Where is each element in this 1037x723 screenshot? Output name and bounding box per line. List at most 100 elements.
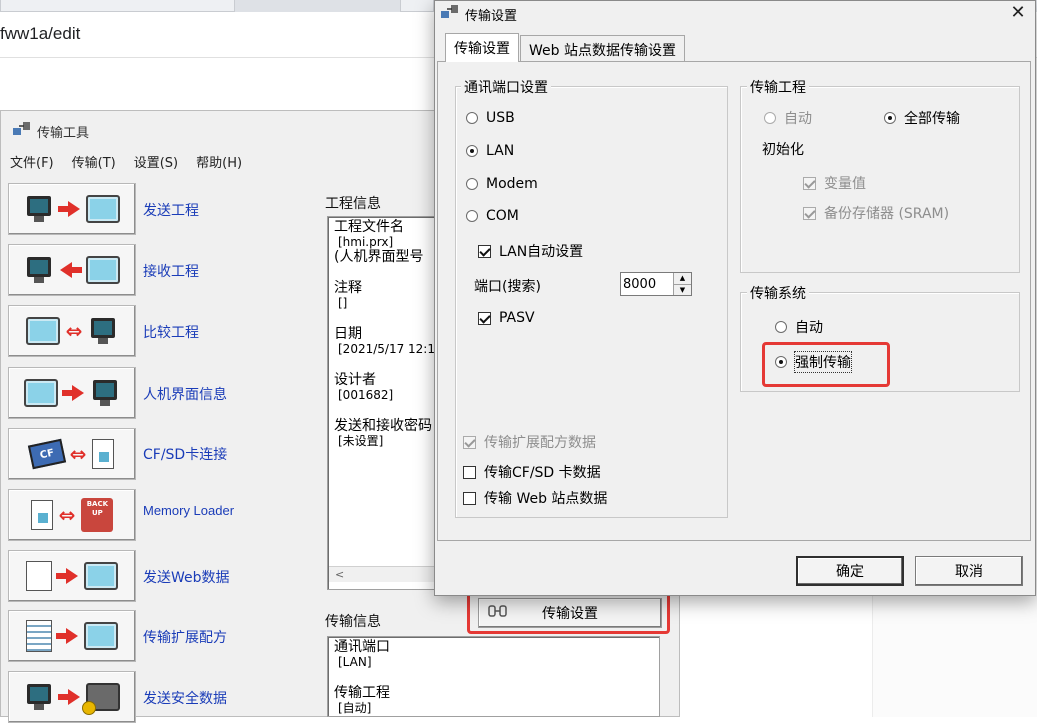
- send-project-label[interactable]: 发送工程: [143, 200, 199, 220]
- checkbox-cf-sd[interactable]: 传输CF/SD 卡数据: [463, 462, 601, 482]
- checkbox-label: 备份存储器 (SRAM): [824, 206, 950, 222]
- arrow-right-icon: [62, 385, 84, 401]
- radio-project-auto[interactable]: 自动: [764, 108, 812, 128]
- send-web-data-label[interactable]: 发送Web数据: [143, 567, 230, 587]
- send-security-data-button[interactable]: [8, 671, 136, 723]
- radio-label: 自动: [795, 320, 823, 336]
- arrow-both-icon: ⇔: [58, 503, 76, 527]
- dialog-title: 传输设置: [465, 8, 518, 24]
- hmi-monitor-icon: [24, 194, 54, 224]
- menu-help[interactable]: 帮助(H): [187, 149, 251, 173]
- radio-indicator: [466, 178, 478, 190]
- hmi-monitor-icon: [24, 682, 54, 712]
- radio-label: 自动: [784, 111, 812, 127]
- stepper-up-icon[interactable]: ▲: [674, 273, 691, 284]
- radio-com[interactable]: COM: [466, 208, 519, 224]
- extended-recipe-button[interactable]: [8, 610, 136, 662]
- transfer-tool-icon: [13, 122, 31, 140]
- project-info-box: 工程文件名 [hmi.prx] (人机界面型号 注释 [] 日期 [2021/5…: [327, 216, 447, 590]
- arrow-right-icon: [58, 201, 80, 217]
- cf-sd-card-label[interactable]: CF/SD卡连接: [143, 444, 227, 464]
- field-key: 工程文件名: [334, 219, 404, 235]
- send-security-data-label[interactable]: 发送安全数据: [143, 688, 227, 708]
- memory-loader-label[interactable]: Memory Loader: [143, 503, 234, 518]
- radio-label: USB: [486, 110, 515, 126]
- file-icon: [92, 439, 115, 469]
- radio-modem[interactable]: Modem: [466, 176, 538, 192]
- checkbox-indicator: [803, 176, 816, 190]
- compare-project-label[interactable]: 比较工程: [143, 322, 199, 342]
- port-stepper[interactable]: ▲ ▼: [620, 272, 692, 296]
- radio-indicator: [884, 112, 896, 124]
- hmi-info-button[interactable]: [8, 367, 136, 419]
- checkbox-pasv[interactable]: PASV: [478, 310, 535, 326]
- radio-indicator: [775, 321, 787, 333]
- checkbox-variable[interactable]: 变量值: [803, 173, 866, 193]
- checkbox-indicator: [463, 491, 476, 505]
- menu-settings[interactable]: 设置(S): [125, 149, 187, 173]
- cf-sd-card-button[interactable]: CF ⇔: [8, 428, 136, 480]
- horizontal-scrollbar[interactable]: <: [329, 566, 445, 582]
- pc-display-icon: [86, 256, 120, 284]
- cancel-button[interactable]: 取消: [915, 556, 1023, 586]
- menu-file[interactable]: 文件(F): [1, 149, 63, 173]
- field-value: [自动]: [338, 701, 372, 715]
- browser-tab[interactable]: [400, 0, 434, 12]
- extended-recipe-label[interactable]: 传输扩展配方: [143, 627, 227, 647]
- compare-project-button[interactable]: ⇔: [8, 305, 136, 357]
- checkbox-extended-recipe[interactable]: 传输扩展配方数据: [463, 432, 596, 452]
- browser-tab[interactable]: [0, 0, 235, 12]
- radio-usb[interactable]: USB: [466, 110, 515, 126]
- field-key: 注释: [334, 280, 362, 296]
- arrow-both-icon: ⇔: [65, 319, 83, 343]
- hmi-info-label[interactable]: 人机界面信息: [143, 384, 227, 404]
- recipe-table-icon: [26, 620, 52, 652]
- checkbox-indicator: [478, 244, 491, 258]
- radio-system-auto[interactable]: 自动: [775, 317, 823, 337]
- transfer-tool-icon: [441, 5, 459, 23]
- radio-lan[interactable]: LAN: [466, 143, 514, 159]
- radio-indicator: [466, 112, 478, 124]
- send-project-button[interactable]: [8, 183, 136, 235]
- radio-indicator: [764, 112, 776, 124]
- web-files-icon: [26, 561, 52, 591]
- pc-display-icon: [25, 317, 60, 345]
- checkbox-sram[interactable]: 备份存储器 (SRAM): [803, 203, 949, 223]
- port-input[interactable]: [621, 273, 673, 295]
- menu-transfer[interactable]: 传输(T): [63, 149, 125, 173]
- checkbox-web-data[interactable]: 传输 Web 站点数据: [463, 488, 607, 508]
- window-title: 传输工具: [37, 125, 90, 141]
- tab-transfer-settings[interactable]: 传输设置: [445, 33, 519, 62]
- receive-project-label[interactable]: 接收工程: [143, 261, 199, 281]
- checkbox-label: PASV: [499, 310, 535, 326]
- close-icon[interactable]: ✕: [1001, 1, 1035, 25]
- checkbox-label: LAN自动设置: [499, 244, 584, 260]
- field-value: [2021/5/17 12:1: [338, 342, 435, 356]
- checkbox-indicator: [803, 206, 816, 220]
- memory-loader-button[interactable]: ⇔ BACK UP: [8, 489, 136, 541]
- arrow-left-icon: [60, 262, 82, 278]
- radio-indicator: [466, 145, 478, 157]
- field-key: 日期: [334, 326, 362, 342]
- tab-web-site-transfer[interactable]: Web 站点数据传输设置: [520, 35, 685, 62]
- cf-card-icon: CF: [27, 438, 66, 470]
- scroll-left-icon[interactable]: <: [329, 568, 344, 581]
- url-text[interactable]: fww1a/edit: [0, 24, 80, 44]
- checkbox-indicator: [463, 465, 476, 479]
- ok-button[interactable]: 确定: [796, 556, 904, 586]
- project-info-label: 工程信息: [325, 196, 381, 212]
- transfer-info-box: 通讯端口 [LAN] 传输工程 [自动]: [327, 636, 660, 717]
- hmi-monitor-icon: [90, 378, 120, 408]
- transfer-info-label: 传输信息: [325, 614, 381, 630]
- radio-label: 全部传输: [904, 111, 960, 127]
- radio-project-all[interactable]: 全部传输: [884, 108, 960, 128]
- web-display-icon: [84, 562, 118, 590]
- receive-project-button[interactable]: [8, 244, 136, 296]
- send-web-data-button[interactable]: [8, 550, 136, 602]
- stepper-down-icon[interactable]: ▼: [674, 283, 691, 295]
- backup-icon: BACK UP: [81, 498, 114, 532]
- info-display-icon: [24, 379, 58, 407]
- arrow-right-icon: [56, 628, 78, 644]
- checkbox-indicator: [463, 435, 476, 449]
- checkbox-lan-auto[interactable]: LAN自动设置: [478, 241, 583, 261]
